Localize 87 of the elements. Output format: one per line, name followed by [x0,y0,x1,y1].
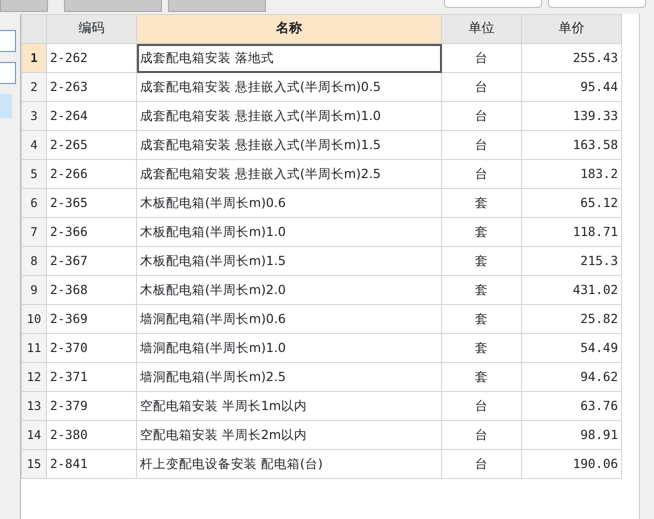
dropdown-control[interactable] [0,30,16,52]
price-cell: 139.33 [522,102,622,130]
column-header[interactable]: 名称 [136,14,442,44]
row-number: 6 [22,188,46,218]
price-cell: 255.43 [522,44,622,72]
tab[interactable] [0,0,48,12]
row-number: 1 [22,44,46,72]
code-cell: 2-264 [46,102,136,130]
name-cell: 木板配电箱(半周长m)1.5 [136,246,442,276]
name-cell: 成套配电箱安装 悬挂嵌入式(半周长m)1.0 [136,102,442,130]
row-number: 10 [22,304,46,334]
unit-cell: 台 [442,44,522,72]
column-header[interactable]: 单价 [522,14,622,44]
code-cell: 2-369 [46,304,136,334]
column-header[interactable]: 单位 [442,14,522,44]
unit-cell: 台 [442,420,522,450]
row-number: 12 [22,362,46,392]
toolbar-button[interactable] [548,0,646,8]
row-number: 14 [22,420,46,450]
price-cell: 65.12 [522,188,622,218]
unit-cell: 台 [442,102,522,130]
name-cell: 墙洞配电箱(半周长m)1.0 [136,334,442,362]
price-cell: 63.76 [522,392,622,420]
code-cell: 2-366 [46,218,136,246]
name-cell: 成套配电箱安装 悬挂嵌入式(半周长m)0.5 [136,72,442,102]
code-cell: 2-370 [46,334,136,362]
name-cell: 墙洞配电箱(半周长m)0.6 [136,304,442,334]
unit-cell: 台 [442,130,522,160]
price-cell: 215.3 [522,246,622,276]
unit-cell: 套 [442,334,522,362]
unit-cell: 台 [442,72,522,102]
tab[interactable] [64,0,162,12]
code-cell: 2-266 [46,160,136,188]
row-number: 8 [22,246,46,276]
price-cell: 431.02 [522,276,622,304]
name-cell: 空配电箱安装 半周长2m以内 [136,420,442,450]
row-number: 11 [22,334,46,362]
unit-cell: 套 [442,276,522,304]
price-cell: 190.06 [522,450,622,478]
name-cell: 成套配电箱安装 落地式 [136,44,442,72]
code-cell: 2-379 [46,392,136,420]
code-cell: 2-380 [46,420,136,450]
row-number: 3 [22,102,46,130]
column-header[interactable]: 编码 [46,14,136,44]
code-cell: 2-365 [46,188,136,218]
toolbar-button[interactable] [444,0,542,8]
price-cell: 183.2 [522,160,622,188]
code-cell: 2-368 [46,276,136,304]
unit-cell: 台 [442,450,522,478]
name-cell: 木板配电箱(半周长m)1.0 [136,218,442,246]
price-cell: 98.91 [522,420,622,450]
unit-cell: 套 [442,362,522,392]
name-cell: 木板配电箱(半周长m)2.0 [136,276,442,304]
code-cell: 2-263 [46,72,136,102]
name-cell: 杆上变配电设备安装 配电箱(台) [136,450,442,478]
price-cell: 118.71 [522,218,622,246]
unit-cell: 台 [442,160,522,188]
name-cell: 成套配电箱安装 悬挂嵌入式(半周长m)1.5 [136,130,442,160]
unit-cell: 台 [442,392,522,420]
unit-cell: 套 [442,304,522,334]
code-cell: 2-262 [46,44,136,72]
code-cell: 2-371 [46,362,136,392]
price-cell: 25.82 [522,304,622,334]
selected-side-item[interactable] [0,94,12,118]
unit-cell: 套 [442,188,522,218]
code-cell: 2-265 [46,130,136,160]
row-number: 2 [22,72,46,102]
code-cell: 2-841 [46,450,136,478]
name-cell: 成套配电箱安装 悬挂嵌入式(半周长m)2.5 [136,160,442,188]
price-cell: 94.62 [522,362,622,392]
code-cell: 2-367 [46,246,136,276]
tab[interactable] [168,0,266,12]
price-cell: 95.44 [522,72,622,102]
name-cell: 木板配电箱(半周长m)0.6 [136,188,442,218]
unit-cell: 套 [442,218,522,246]
row-number: 4 [22,130,46,160]
row-number: 5 [22,160,46,188]
row-number: 7 [22,218,46,246]
side-control[interactable] [0,62,16,84]
price-cell: 163.58 [522,130,622,160]
unit-cell: 套 [442,246,522,276]
row-number: 15 [22,450,46,478]
name-cell: 空配电箱安装 半周长1m以内 [136,392,442,420]
row-number: 13 [22,392,46,420]
name-cell: 墙洞配电箱(半周长m)2.5 [136,362,442,392]
row-number: 9 [22,276,46,304]
price-cell: 54.49 [522,334,622,362]
